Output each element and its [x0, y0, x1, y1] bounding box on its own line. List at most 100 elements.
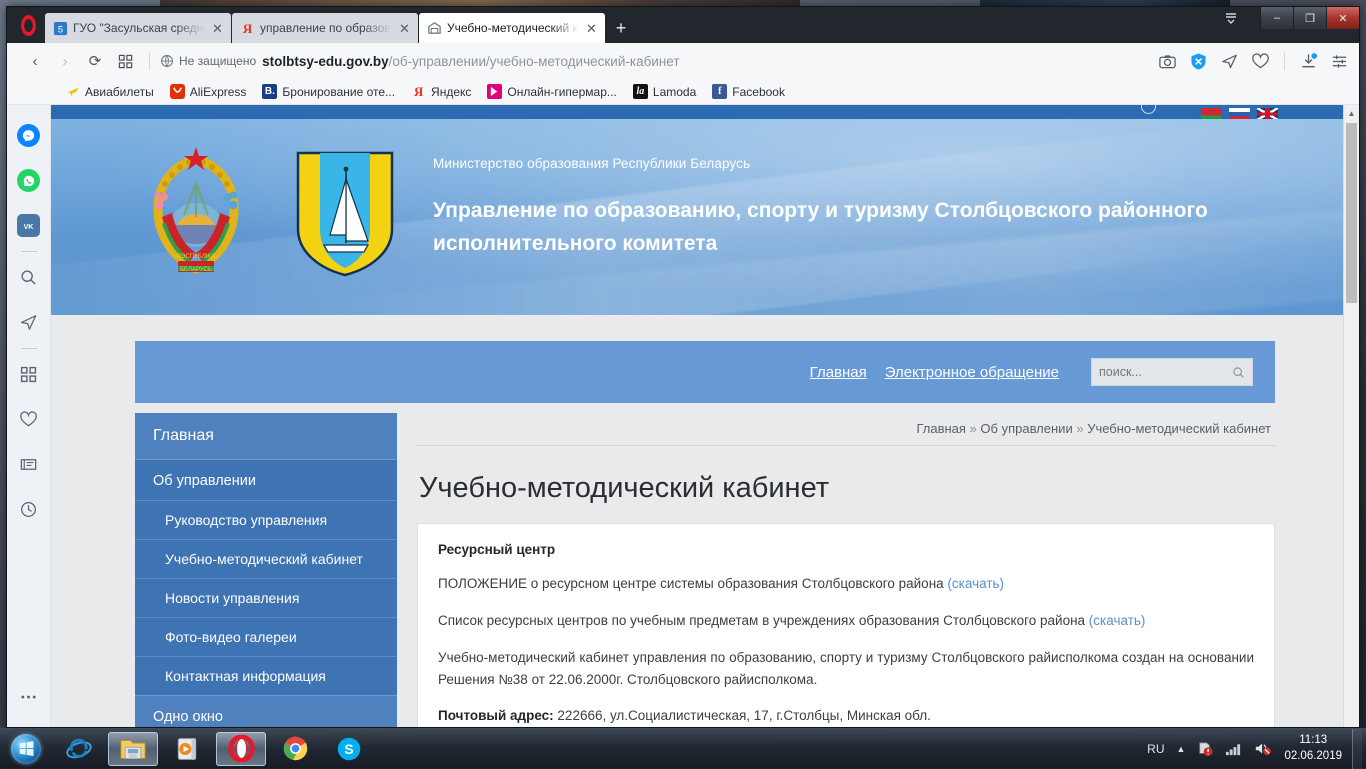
browser-tab-title: ГУО "Засульская средняя: [73, 21, 205, 35]
opera-logo-icon[interactable]: [11, 7, 45, 43]
vkontakte-icon[interactable]: VK: [7, 203, 51, 248]
browser-tab-2[interactable]: Учебно-методический каб ✕: [419, 13, 605, 43]
back-button[interactable]: ‹: [21, 47, 49, 75]
downloads-icon[interactable]: [1299, 52, 1318, 71]
internet-explorer-icon[interactable]: [54, 732, 104, 766]
url-text: stolbtsy-edu.gov.by/об-управлении/учебно…: [262, 54, 679, 69]
security-badge[interactable]: Не защищено: [160, 54, 256, 68]
forward-button[interactable]: ›: [51, 47, 79, 75]
bookmark-lamoda[interactable]: la Lamoda: [633, 84, 696, 99]
heart-icon[interactable]: [7, 397, 51, 442]
sidebar-item-kontakty[interactable]: Контактная информация: [135, 656, 397, 695]
page-scrollbar[interactable]: ▲: [1343, 105, 1359, 727]
send-flow-icon[interactable]: [1220, 52, 1239, 71]
tab-close-icon[interactable]: ✕: [210, 21, 225, 36]
snapshot-camera-icon[interactable]: [1158, 52, 1177, 71]
sidebar-item-rukovodstvo[interactable]: Руководство управления: [135, 500, 397, 539]
bookmark-facebook[interactable]: f Facebook: [712, 84, 785, 99]
sidebar-item-odno-okno[interactable]: Одно окно: [135, 696, 397, 727]
download-link-1[interactable]: (скачать): [947, 576, 1004, 591]
lamoda-icon: la: [633, 84, 648, 99]
browser-tab-title: Учебно-методический каб: [447, 21, 579, 35]
paragraph-polozhenie: ПОЛОЖЕНИЕ о ресурсном центре системы обр…: [438, 573, 1254, 595]
browser-tab-0[interactable]: 5 ГУО "Засульская средняя ✕: [45, 13, 231, 43]
svg-text:БЕЛАРУСЬ: БЕЛАРУСЬ: [180, 267, 212, 273]
news-icon[interactable]: [7, 442, 51, 487]
new-tab-button[interactable]: +: [606, 13, 636, 43]
sidebar-item-galerei[interactable]: Фото-видео галереи: [135, 617, 397, 656]
send-flow-icon[interactable]: [7, 300, 51, 345]
site-nav-link-home[interactable]: Главная: [810, 364, 867, 381]
skype-icon[interactable]: S: [324, 732, 374, 766]
minimize-button[interactable]: –: [1260, 7, 1293, 29]
bookmark-label: Авиабилеты: [85, 85, 154, 99]
file-explorer-icon[interactable]: [108, 732, 158, 766]
network-icon[interactable]: [1219, 729, 1248, 769]
whatsapp-icon[interactable]: [7, 158, 51, 203]
bookmark-hypermarket[interactable]: Онлайн-гипермар...: [487, 84, 617, 99]
site-nav-link-eappeal[interactable]: Электронное обращение: [885, 364, 1059, 381]
sidebar-divider: [21, 251, 37, 252]
search-input[interactable]: [1099, 365, 1232, 379]
language-indicator[interactable]: RU: [1141, 729, 1170, 769]
magnifier-icon[interactable]: [1232, 366, 1245, 379]
url-host: stolbtsy-edu.gov.by: [262, 54, 389, 69]
maximize-button[interactable]: ❐: [1293, 7, 1326, 29]
scroll-up-arrow-icon[interactable]: ▲: [1344, 105, 1359, 121]
speed-dial-icon[interactable]: [111, 47, 139, 75]
security-alert-icon[interactable]: [1191, 729, 1219, 769]
browser-toolbar: ‹ › ⟳ Не защищено stolbtsy-edu.gov.by/об…: [7, 43, 1359, 79]
address-bar[interactable]: Не защищено stolbtsy-edu.gov.by/об-управ…: [160, 54, 1146, 69]
history-clock-icon[interactable]: [7, 487, 51, 532]
reload-button[interactable]: ⟳: [81, 47, 109, 75]
volume-muted-icon[interactable]: [1248, 729, 1278, 769]
bookmark-aliexpress[interactable]: AliExpress: [170, 84, 247, 99]
site-sidebar-menu: Главная Об управлении Руководство управл…: [135, 413, 397, 727]
sidebar-item-novosti[interactable]: Новости управления: [135, 578, 397, 617]
speed-dial-icon[interactable]: [7, 352, 51, 397]
sidebar-item-glavnaya[interactable]: Главная: [135, 413, 397, 460]
breadcrumb-item-1[interactable]: Об управлении: [980, 421, 1072, 436]
more-options-icon[interactable]: [7, 682, 51, 727]
media-player-icon[interactable]: [162, 732, 212, 766]
download-arrows-icon[interactable]: [1213, 7, 1249, 29]
sidebar-item-ob-upravlenii[interactable]: Об управлении: [135, 460, 397, 500]
globe-icon: [160, 54, 174, 68]
start-button[interactable]: [0, 729, 52, 769]
show-hidden-icons-button[interactable]: ▲: [1171, 729, 1192, 769]
browser-tab-1[interactable]: Я управление по образован ✕: [232, 13, 418, 43]
site-search[interactable]: [1091, 358, 1253, 386]
chrome-icon[interactable]: [270, 732, 320, 766]
tab-close-icon[interactable]: ✕: [397, 21, 412, 36]
clock[interactable]: 11:13 02.06.2019: [1278, 733, 1352, 764]
ministry-label: Министерство образования Республики Бела…: [433, 156, 1273, 171]
bookmark-aviabilety[interactable]: Авиабилеты: [65, 84, 154, 99]
close-button[interactable]: ✕: [1326, 7, 1359, 29]
search-icon[interactable]: [7, 255, 51, 300]
ad-blocker-shield-icon[interactable]: [1189, 52, 1208, 71]
card-heading: Ресурсный центр: [438, 542, 1254, 557]
site-language-bar: [51, 105, 1359, 119]
site-banner-text: Министерство образования Республики Бела…: [433, 156, 1273, 260]
download-link-2[interactable]: (скачать): [1089, 613, 1146, 628]
stolbtsy-coat-of-arms: [294, 149, 396, 279]
easy-setup-icon[interactable]: [1330, 52, 1349, 71]
messenger-icon[interactable]: [7, 113, 51, 158]
bookmark-label: Lamoda: [653, 85, 696, 99]
globe-icon[interactable]: [1141, 105, 1156, 114]
sidebar-item-uchebno-metodicheskiy-kabinet[interactable]: Учебно-методический кабинет: [135, 539, 397, 578]
opera-icon[interactable]: [216, 732, 266, 766]
paragraph-spisok: Список ресурсных центров по учебным пред…: [438, 610, 1254, 632]
site-nav: Главная Электронное обращение: [135, 341, 1275, 403]
scrollbar-thumb[interactable]: [1346, 123, 1357, 303]
breadcrumb-item-2: Учебно-методический кабинет: [1087, 421, 1271, 436]
heart-icon[interactable]: [1251, 52, 1270, 71]
bookmark-label: Онлайн-гипермар...: [507, 85, 617, 99]
show-desktop-button[interactable]: [1352, 729, 1362, 769]
toolbar-divider-2: [1284, 52, 1285, 70]
tab-close-icon[interactable]: ✕: [584, 21, 599, 36]
system-tray: RU ▲ 11:13 02.06.2019: [1141, 729, 1366, 769]
bookmark-yandex[interactable]: Я Яндекс: [411, 84, 471, 99]
bookmark-booking[interactable]: B. Бронирование оте...: [262, 84, 395, 99]
breadcrumb-item-0[interactable]: Главная: [916, 421, 965, 436]
